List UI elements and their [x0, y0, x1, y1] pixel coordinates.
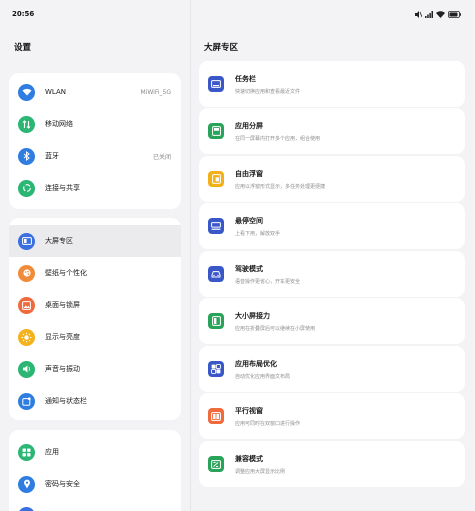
bluetooth-icon [18, 147, 35, 165]
feature-subtitle: 应用在折叠屏后可以继续在小屏使用 [235, 325, 316, 332]
notification-icon [18, 392, 35, 410]
feature-title: 自由浮窗 [235, 169, 263, 178]
silent-icon [415, 10, 422, 18]
layout-optimize-icon [208, 361, 224, 377]
sidebar-item-label: 显示与亮度 [45, 333, 80, 341]
sidebar-item-apps[interactable]: 应用 [9, 436, 181, 468]
sidebar-item-large-screen[interactable]: 大屏专区 [9, 225, 181, 257]
large-screen-title: 大屏专区 [204, 43, 239, 53]
feature-split-screen[interactable]: 应用分屏 在同一屏幕内打开多个应用，组合使用 [199, 108, 465, 154]
sidebar-item-label: 密码与安全 [45, 480, 80, 488]
feature-subtitle: 上看下用，解放双手 [235, 230, 281, 237]
sidebar-item-label: 通知与状态栏 [45, 397, 87, 405]
sidebar-item-label: 蓝牙 [45, 152, 59, 160]
signal-icon [425, 10, 433, 18]
wallpaper-icon [18, 264, 35, 282]
feature-driving-mode[interactable]: 驾驶模式 语音操作更省心，开车更安全 [199, 251, 465, 297]
feature-subtitle: 应用可同时在双窗口进行操作 [235, 420, 301, 427]
sidebar-item-label: 移动网络 [45, 120, 73, 128]
large-screen-icon [18, 232, 35, 250]
status-time: 20:56 [12, 10, 35, 18]
sidebar-item-display-brightness[interactable]: 显示与亮度 [9, 321, 181, 353]
feature-layout-optimize[interactable]: 应用布局优化 自动优化应用界面文布局 [199, 346, 465, 392]
floating-window-icon [208, 171, 224, 187]
compat-mode-icon [208, 456, 224, 472]
screen-relay-icon [208, 313, 224, 329]
battery-icon [448, 10, 461, 18]
feature-subtitle: 在同一屏幕内打开多个应用，组合使用 [235, 135, 321, 142]
feature-subtitle: 语音操作更省心，开车更安全 [235, 278, 301, 285]
sidebar-item-label: 桌面与锁屏 [45, 301, 80, 309]
sidebar-item-label: 声音与振动 [45, 365, 80, 373]
feature-title: 应用布局优化 [235, 359, 277, 368]
sidebar-item-desktop-lockscreen[interactable]: 桌面与锁屏 [9, 289, 181, 321]
feature-title: 任务栏 [235, 74, 256, 83]
feature-title: 悬停空间 [235, 216, 263, 225]
sidebar-item-connection-share[interactable]: 连接与共享 [9, 172, 181, 204]
partial-icon [18, 507, 35, 511]
apps-icon [18, 443, 35, 461]
status-bar: 20:56 [0, 0, 475, 28]
settings-group-personalization: 大屏专区 壁纸与个性化 桌面与锁屏 显示与亮度 声音与振动 通知与状态栏 [9, 218, 181, 420]
sidebar-item-wallpaper[interactable]: 壁纸与个性化 [9, 257, 181, 289]
wlan-value: MiWiFi_5G [140, 88, 171, 96]
sidebar-item-wlan[interactable]: WLAN MiWiFi_5G [9, 76, 181, 108]
brightness-icon [18, 328, 35, 346]
hover-space-icon [208, 218, 224, 234]
wifi-status-icon [436, 10, 445, 18]
feature-subtitle: 调整应用大屏显示比例 [235, 468, 286, 475]
feature-subtitle: 自动优化应用界面文布局 [235, 373, 291, 380]
feature-screen-relay[interactable]: 大小屏接力 应用在折叠屏后可以继续在小屏使用 [199, 298, 465, 344]
settings-title: 设置 [14, 43, 32, 53]
sidebar-item-mobile-network[interactable]: 移动网络 [9, 108, 181, 140]
feature-parallel-window[interactable]: 平行视窗 应用可同时在双窗口进行操作 [199, 393, 465, 439]
sidebar-item-sound-vibration[interactable]: 声音与振动 [9, 353, 181, 385]
parallel-window-icon [208, 408, 224, 424]
security-icon [18, 475, 35, 493]
driving-mode-icon [208, 266, 224, 282]
sidebar-item-label: 应用 [45, 448, 59, 456]
sidebar-item-bluetooth[interactable]: 蓝牙 已关闭 [9, 140, 181, 172]
settings-group-apps: 应用 密码与安全 [9, 430, 181, 511]
feature-title: 大小屏接力 [235, 311, 270, 320]
sidebar-item-label: WLAN [45, 88, 67, 96]
status-icons [414, 10, 461, 18]
feature-title: 平行视窗 [235, 406, 263, 415]
sidebar-item-label: 大屏专区 [45, 237, 73, 245]
feature-compat-mode[interactable]: 兼容模式 调整应用大屏显示比例 [199, 441, 465, 487]
sidebar-item-label: 连接与共享 [45, 184, 80, 192]
feature-hover-space[interactable]: 悬停空间 上看下用，解放双手 [199, 203, 465, 249]
taskbar-icon [208, 76, 224, 92]
feature-floating-window[interactable]: 自由浮窗 应用以浮窗形式显示，多任务处理更便捷 [199, 156, 465, 202]
sidebar-item-partial[interactable] [9, 500, 181, 511]
feature-taskbar[interactable]: 任务栏 快速切换应用和查看最近文件 [199, 61, 465, 107]
feature-title: 兼容模式 [235, 454, 263, 463]
feature-title: 应用分屏 [235, 121, 263, 130]
feature-subtitle: 应用以浮窗形式显示，多任务处理更便捷 [235, 183, 326, 190]
bluetooth-value: 已关闭 [152, 153, 171, 161]
settings-group-network: WLAN MiWiFi_5G 移动网络 蓝牙 已关闭 连接与共享 [9, 73, 181, 209]
wifi-icon [18, 83, 35, 101]
sidebar-item-password-security[interactable]: 密码与安全 [9, 468, 181, 500]
sidebar-item-notification[interactable]: 通知与状态栏 [9, 385, 181, 417]
desktop-lockscreen-icon [18, 296, 35, 314]
connection-share-icon [18, 179, 35, 197]
feature-title: 驾驶模式 [235, 264, 263, 273]
sidebar-item-label: 壁纸与个性化 [45, 269, 87, 277]
sound-icon [18, 360, 35, 378]
feature-subtitle: 快速切换应用和查看最近文件 [235, 88, 301, 95]
split-screen-icon [208, 123, 224, 139]
mobile-network-icon [18, 115, 35, 133]
